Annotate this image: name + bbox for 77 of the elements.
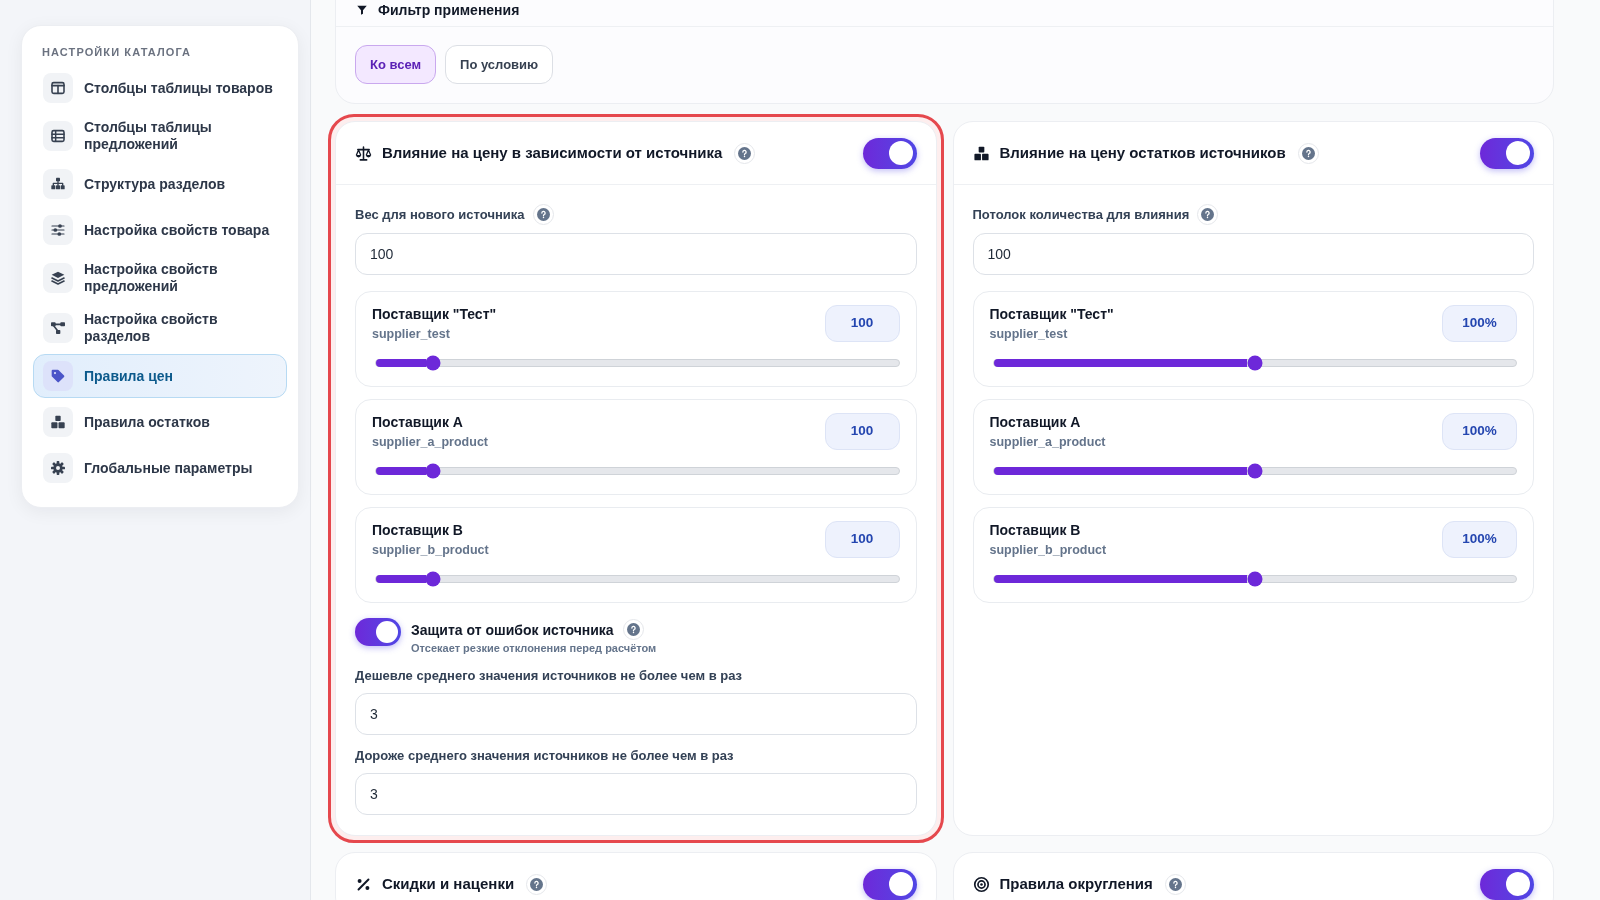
field-label: Вес для нового источника (355, 205, 525, 224)
sidebar-item[interactable]: Правила цен (33, 354, 287, 398)
field-label: Дешевле среднего значения источников не более чем в раз (355, 667, 744, 685)
sidebar-item[interactable]: Настройка свойств товара (33, 208, 287, 252)
field-label: Дороже среднего значения источников не более чем в раз (355, 747, 735, 765)
scales-icon (355, 144, 372, 162)
field-label: Потолок количества для влияния (972, 205, 1190, 224)
source-name: Поставщик "Тест" (372, 305, 497, 323)
source-name: Поставщик "Тест" (989, 305, 1114, 323)
sidebar-item[interactable]: Настройка свойств разделов (33, 304, 287, 352)
boxes-icon (43, 407, 73, 437)
slider-thumb[interactable] (425, 463, 441, 479)
source-code: supplier_test (372, 326, 451, 343)
text-input[interactable]: 100 (972, 233, 1534, 275)
sidebar-item[interactable]: Настройка свойств предложений (33, 254, 287, 302)
source-code: supplier_test (989, 326, 1069, 343)
table-icon (43, 121, 73, 151)
source-name: Поставщик A (372, 413, 464, 431)
slider-thumb[interactable] (1247, 571, 1263, 587)
value-badge: 100 (824, 413, 900, 450)
section-heading: НАСТРОЙКИ КАТАЛОГА (41, 45, 193, 59)
toggle-switch[interactable] (1480, 137, 1534, 169)
filter-option[interactable]: Ко всем (355, 45, 437, 84)
nodes-icon (43, 313, 73, 343)
card-title: Влияние на цену остатков источников (999, 143, 1286, 163)
toggle-switch[interactable] (1480, 868, 1534, 900)
funnel-icon (356, 3, 368, 17)
source-code: supplier_a_product (372, 434, 488, 451)
hierarchy-icon (43, 169, 73, 199)
source-name: Поставщик B (989, 521, 1082, 539)
sidebar-item[interactable]: Столбцы таблицы товаров (33, 66, 287, 110)
value-badge: 100% (1442, 305, 1517, 342)
source-code: supplier_b_product (372, 542, 489, 559)
slider-thumb[interactable] (1247, 463, 1263, 479)
sidebar-item[interactable]: Столбцы таблицы предложений (33, 112, 287, 160)
card-title: Фильтр применения (378, 1, 520, 19)
slider-thumb[interactable] (425, 571, 441, 587)
sliders-icon (43, 215, 73, 245)
help-icon[interactable] (1197, 204, 1219, 225)
card-title: Правила округления (999, 874, 1153, 894)
option-hint: Отсекает резкие отклонения перед расчётом (411, 641, 657, 655)
toggle-switch[interactable] (862, 868, 917, 900)
sidebar-item[interactable]: Структура разделов (33, 162, 287, 206)
help-icon[interactable] (622, 619, 644, 640)
help-icon[interactable] (1297, 142, 1319, 164)
help-icon[interactable] (532, 204, 554, 225)
filter-option[interactable]: По условию (445, 45, 554, 84)
source-code: supplier_a_product (989, 434, 1106, 451)
text-input[interactable]: 3 (355, 773, 917, 815)
boxes-icon (972, 144, 990, 162)
sidebar-item[interactable]: Правила остатков (33, 400, 287, 444)
text-input[interactable]: 100 (355, 233, 917, 275)
percent-icon (355, 875, 372, 893)
value-badge: 100 (824, 305, 900, 342)
target-icon (972, 875, 990, 893)
sidebar-item[interactable]: Глобальные параметры (33, 446, 287, 490)
help-icon[interactable] (734, 142, 756, 164)
help-icon[interactable] (1164, 873, 1186, 895)
slider-thumb[interactable] (425, 355, 441, 371)
help-icon[interactable] (526, 873, 548, 895)
card-title: Влияние на цену в зависимости от источника (382, 143, 723, 163)
value-badge: 100% (1442, 521, 1517, 558)
option-label: Защита от ошибок источника (411, 620, 614, 639)
card-title: Скидки и наценки (382, 874, 515, 894)
toggle-switch[interactable] (862, 137, 917, 169)
source-name: Поставщик A (989, 413, 1082, 431)
toggle-switch[interactable] (355, 618, 401, 646)
settings-icon (43, 453, 73, 483)
slider-thumb[interactable] (1247, 355, 1263, 371)
text-input[interactable]: 3 (355, 693, 917, 735)
source-name: Поставщик B (372, 521, 464, 539)
source-code: supplier_b_product (989, 542, 1107, 559)
value-badge: 100% (1442, 413, 1517, 450)
columns-icon (43, 73, 73, 103)
tag-icon (43, 361, 73, 391)
value-badge: 100 (824, 521, 900, 558)
layers-icon (43, 263, 73, 293)
